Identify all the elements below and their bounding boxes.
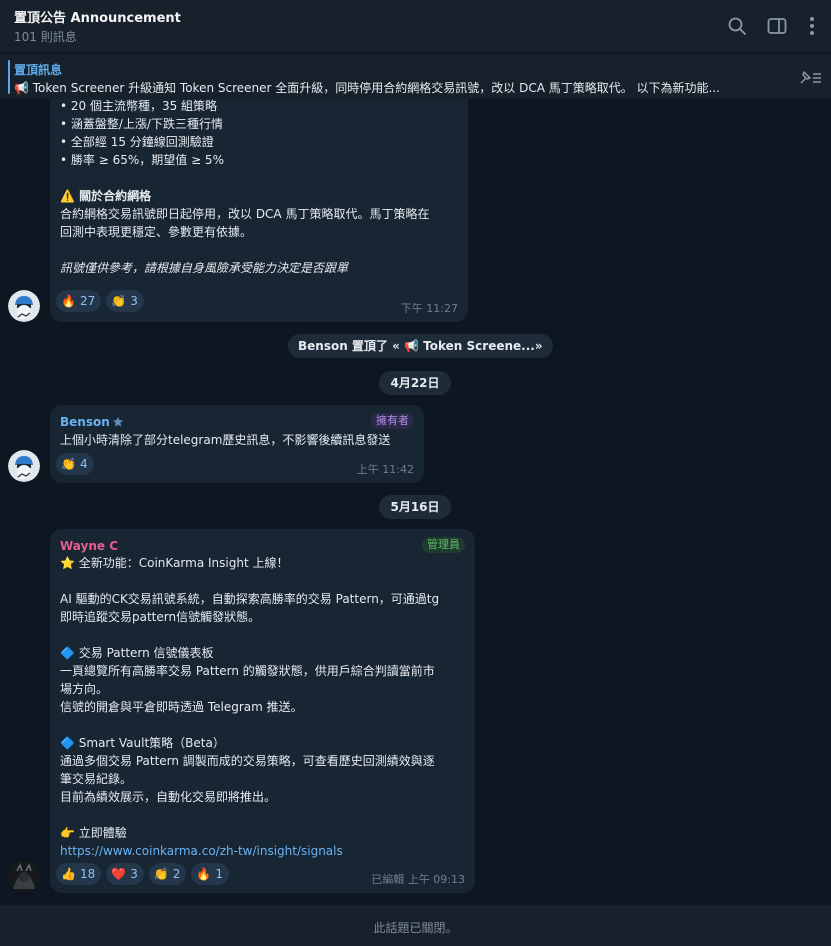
date-separator: 4月22日	[379, 371, 451, 395]
cta-text: 👉 立即體驗	[60, 826, 127, 840]
clap-icon: 👏	[153, 867, 169, 881]
insight-link[interactable]: https://www.coinkarma.co/zh-tw/insight/s…	[60, 842, 439, 860]
sender-name[interactable]: Wayne C	[60, 537, 118, 555]
sidebar-toggle-icon[interactable]	[766, 15, 788, 37]
section-title: 🔷 交易 Pattern 信號儀表板	[60, 646, 214, 660]
announcement-title: ⭐ 全新功能：CoinKarma Insight 上線！	[60, 556, 289, 570]
message-text: 上個小時清除了部分telegram歷史訊息，不影響後續訊息發送	[60, 433, 391, 447]
reaction-chip[interactable]: 🔥 1	[191, 863, 230, 885]
thumbs-up-icon: 👍	[61, 867, 76, 881]
warning-body: 回測中表現更穩定、參數更有依據。	[60, 225, 253, 239]
search-icon[interactable]	[726, 15, 748, 37]
message-text: 即時追蹤交易pattern信號觸發狀態。	[60, 610, 261, 624]
owner-badge: 擁有者	[371, 413, 414, 429]
reaction-count: 18	[79, 867, 96, 881]
reaction-count: 1	[215, 867, 224, 881]
section-title: 🔷 Smart Vault策略（Beta）	[60, 736, 225, 750]
message-text: 筆交易紀錄。	[60, 772, 133, 786]
message-text: 目前為績效展示，自動化交易即將推出。	[60, 790, 277, 804]
reaction-count: 3	[130, 867, 138, 881]
message-bubble[interactable]: Wayne C 管理員 ⭐ 全新功能：CoinKarma Insight 上線！…	[50, 529, 475, 893]
chat-title[interactable]: 置頂公告 Announcement	[14, 7, 181, 26]
pin-service-message[interactable]: Benson 置頂了 « 📢 Token Screene...»	[288, 334, 553, 358]
sender-name[interactable]: Benson	[60, 413, 110, 431]
avatar[interactable]	[8, 450, 40, 482]
pinned-message-bar[interactable]: 置頂訊息 📢 Token Screener 升級通知 Token Screene…	[0, 53, 831, 99]
warning-body: 合約網格交易訊號即日起停用，改以 DCA 馬丁策略取代。馬丁策略在	[60, 207, 430, 221]
message-text: AI 驅動的CK交易訊號系統，自動探索高勝率的交易 Pattern，可通過tg	[60, 592, 440, 606]
reactions: 👍 18 ❤️ 3 👏 2 🔥 1	[56, 863, 230, 885]
reaction-count: 3	[130, 294, 138, 308]
message-text: 一頁總覽所有高勝率交易 Pattern 的觸發狀態，供用戶綜合判讀當前市	[60, 664, 435, 678]
admin-badge: 管理員	[422, 537, 465, 553]
avatar[interactable]	[8, 290, 40, 322]
warning-title: ⚠️ 關於合約網格	[60, 189, 152, 203]
reaction-chip[interactable]: 🔥 27	[56, 290, 102, 312]
clap-icon: 👏	[61, 457, 76, 471]
date-separator: 5月16日	[379, 495, 451, 519]
fire-icon: 🔥	[196, 867, 212, 881]
message-text: 通過多個交易 Pattern 調製而成的交易策略，可查看歷史回測績效與逐	[60, 754, 435, 768]
reaction-count: 2	[172, 867, 181, 881]
reaction-chip[interactable]: 👍 18	[56, 863, 102, 885]
pinned-list-icon[interactable]	[797, 68, 823, 88]
topic-closed-notice: 此話題已關閉。	[0, 905, 831, 946]
reaction-count: 4	[79, 457, 88, 471]
message-bubble[interactable]: Benson 擁有者 上個小時清除了部分telegram歷史訊息，不影響後續訊息…	[50, 405, 424, 483]
fire-icon: 🔥	[61, 294, 76, 308]
heart-icon: ❤️	[111, 867, 127, 881]
message-time: 下午 11:27	[400, 302, 458, 315]
avatar[interactable]	[8, 861, 40, 893]
message-time: 上午 11:42	[356, 463, 414, 476]
bullet-line: • 涵蓋盤整/上漲/下跌三種行情	[60, 117, 223, 131]
message-list[interactable]: • 20 個主流幣種，35 組策略 • 涵蓋盤整/上漲/下跌三種行情 • 全部經…	[0, 99, 831, 905]
reactions: 🔥 27 👏 3	[56, 290, 144, 312]
clap-icon: 👏	[111, 294, 127, 308]
message-count: 101 則訊息	[14, 30, 77, 44]
reaction-chip[interactable]: 👏 2	[148, 863, 187, 885]
message-text: 場方向。	[60, 682, 109, 696]
reaction-chip[interactable]: 👏 4	[56, 453, 94, 475]
disclaimer-text: 訊號僅供參考，請根據自身風險承受能力決定是否跟單	[60, 261, 349, 275]
bullet-line: • 全部經 15 分鐘線回測驗證	[60, 135, 214, 149]
chat-header: 置頂公告 Announcement 101 則訊息	[0, 0, 831, 52]
reaction-chip[interactable]: 👏 3	[106, 290, 144, 312]
more-vertical-icon[interactable]	[801, 15, 823, 37]
message-text: 信號的開倉與平倉即時透過 Telegram 推送。	[60, 700, 303, 714]
message-time: 已編輯 上午 09:13	[371, 873, 465, 886]
message-bubble[interactable]: • 20 個主流幣種，35 組策略 • 涵蓋盤整/上漲/下跌三種行情 • 全部經…	[50, 99, 468, 322]
reaction-count: 27	[79, 294, 96, 308]
bullet-line: • 20 個主流幣種，35 組策略	[60, 99, 218, 113]
reactions: 👏 4	[56, 453, 94, 475]
reaction-chip[interactable]: ❤️ 3	[106, 863, 144, 885]
pinned-accent-bar	[8, 60, 10, 94]
bullet-line: • 勝率 ≥ 65%，期望值 ≥ 5%	[60, 153, 224, 167]
star-icon	[112, 416, 124, 427]
pinned-label: 置頂訊息	[14, 63, 63, 77]
pinned-preview: 📢 Token Screener 升級通知 Token Screener 全面升…	[14, 81, 720, 95]
